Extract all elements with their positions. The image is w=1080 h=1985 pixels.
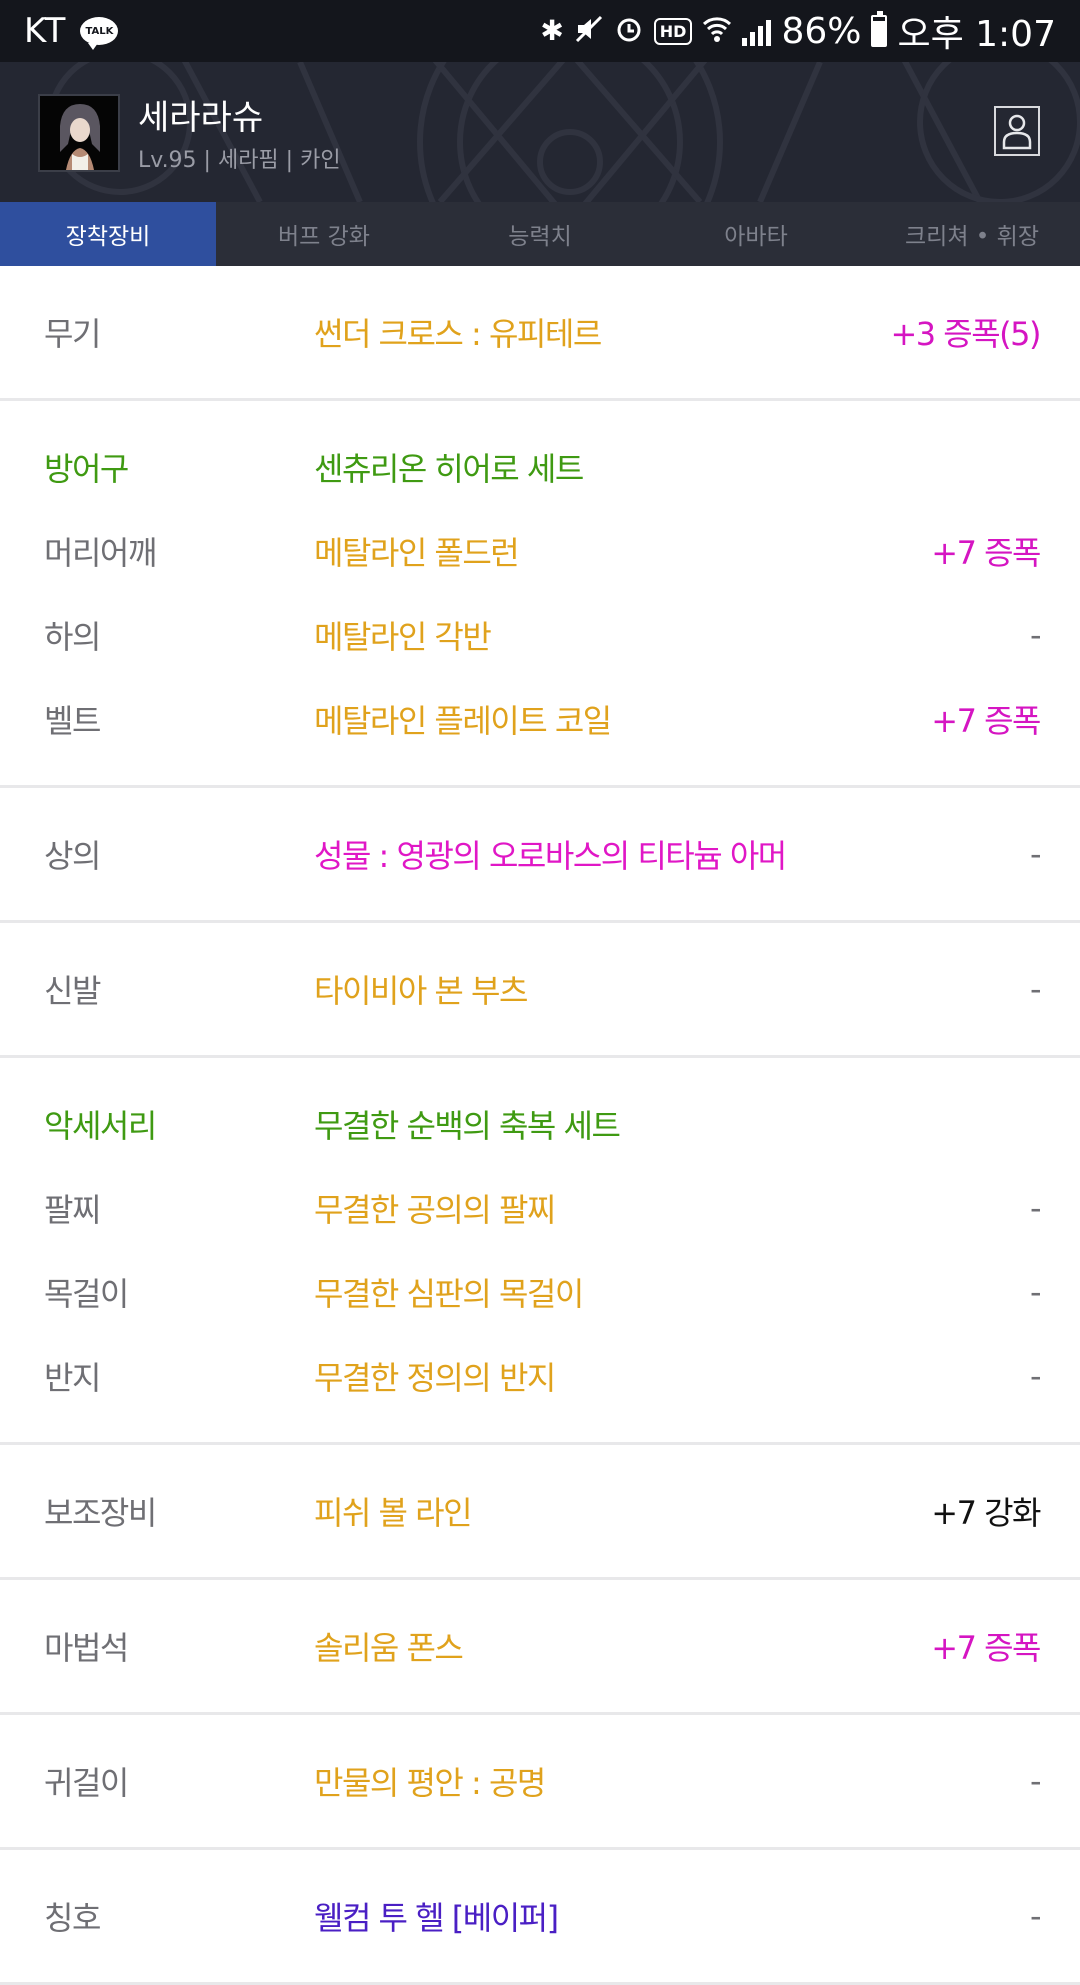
slot-label: 신발	[44, 972, 101, 1010]
slot-label: 마법석	[44, 1629, 129, 1667]
upgrade-value: +7 증폭	[931, 534, 1041, 572]
slot-label: 무기	[44, 315, 101, 353]
equipment-row[interactable]: 머리어깨 메탈라인 폴드런 +7 증폭	[0, 509, 1080, 593]
equipment-group: 귀걸이 만물의 평안 : 공명 -	[0, 1715, 1080, 1850]
item-name: 메탈라인 플레이트 코일	[314, 702, 612, 740]
carrier-label: KT	[24, 11, 67, 51]
item-name: 썬더 크로스 : 유피테르	[314, 315, 602, 353]
equipment-row[interactable]: 보조장비 피쉬 볼 라인 +7 강화	[0, 1469, 1080, 1553]
upgrade-value: +3 증폭(5)	[890, 315, 1041, 353]
kakaotalk-icon: TALK	[80, 17, 119, 50]
alarm-icon	[614, 14, 644, 49]
slot-label: 벨트	[44, 702, 101, 740]
slot-label: 목걸이	[44, 1275, 129, 1313]
upgrade-value: -	[1029, 970, 1042, 1008]
hd-voice-icon: HD	[653, 17, 693, 45]
tab-avatar[interactable]: 아바타	[648, 202, 864, 266]
equipment-row[interactable]: 방어구 센츄리온 히어로 세트	[0, 425, 1080, 509]
slot-label: 하의	[44, 618, 101, 656]
item-name: 센츄리온 히어로 세트	[314, 450, 584, 488]
equipment-row[interactable]: 악세서리 무결한 순백의 축복 세트	[0, 1082, 1080, 1166]
slot-label: 반지	[44, 1359, 101, 1397]
upgrade-value: -	[1029, 1357, 1042, 1395]
equipment-group: 방어구 센츄리온 히어로 세트 머리어깨 메탈라인 폴드런 +7 증폭 하의 메탈라인 각반…	[0, 401, 1080, 788]
item-name: 무결한 심판의 목걸이	[314, 1275, 584, 1313]
item-name: 웰컴 투 헬 [베이퍼]	[314, 1899, 559, 1937]
user-icon	[1002, 114, 1032, 150]
equipment-group: 악세서리 무결한 순백의 축복 세트팔찌 무결한 공의의 팔찌 - 목걸이 무결한 심판의…	[0, 1058, 1080, 1445]
item-name: 무결한 정의의 반지	[314, 1359, 556, 1397]
equipment-row[interactable]: 팔찌 무결한 공의의 팔찌 -	[0, 1166, 1080, 1250]
tab-equipment[interactable]: 장착장비	[0, 202, 216, 266]
slot-label: 귀걸이	[44, 1764, 129, 1802]
upgrade-value: -	[1029, 1762, 1042, 1800]
upgrade-value: -	[1029, 1273, 1042, 1311]
item-name: 타이비아 본 부츠	[314, 972, 528, 1010]
slot-label: 악세서리	[44, 1107, 157, 1145]
equipment-row[interactable]: 무기 썬더 크로스 : 유피테르 +3 증폭(5)	[0, 290, 1080, 374]
tab-bar: 장착장비 버프 강화 능력치 아바타 크리쳐 • 휘장	[0, 202, 1080, 266]
upgrade-value: +7 증폭	[931, 1629, 1041, 1667]
equipment-group: 칭호 웰컴 투 헬 [베이퍼] -	[0, 1850, 1080, 1985]
equipment-row[interactable]: 신발 타이비아 본 부츠 -	[0, 947, 1080, 1031]
upgrade-value: -	[1029, 835, 1042, 873]
slot-label: 상의	[44, 837, 101, 875]
equipment-row[interactable]: 귀걸이 만물의 평안 : 공명 -	[0, 1739, 1080, 1823]
bluetooth-icon: ✱	[540, 14, 564, 47]
equipment-list: 무기 썬더 크로스 : 유피테르 +3 증폭(5) 방어구 센츄리온 히어로 세트머리어…	[0, 266, 1080, 1985]
character-name: 세라라슈	[138, 98, 264, 138]
upgrade-value: -	[1029, 616, 1042, 654]
mute-icon	[574, 14, 604, 49]
item-name: 만물의 평안 : 공명	[314, 1764, 546, 1802]
profile-button[interactable]	[994, 106, 1040, 156]
equipment-row[interactable]: 목걸이 무결한 심판의 목걸이 -	[0, 1250, 1080, 1334]
equipment-row[interactable]: 칭호 웰컴 투 헬 [베이퍼] -	[0, 1874, 1080, 1958]
tab-stats[interactable]: 능력치	[432, 202, 648, 266]
status-right: ✱ HD 86% 오후 1:07	[540, 5, 1056, 57]
slot-label: 팔찌	[44, 1191, 101, 1229]
equipment-group: 무기 썬더 크로스 : 유피테르 +3 증폭(5)	[0, 266, 1080, 401]
battery-percent: 86%	[781, 10, 862, 52]
item-name: 솔리움 폰스	[314, 1629, 464, 1667]
slot-label: 방어구	[44, 450, 129, 488]
slot-label: 머리어깨	[44, 534, 157, 572]
upgrade-value: +7 증폭	[931, 702, 1041, 740]
upgrade-value: -	[1029, 1189, 1042, 1227]
equipment-group: 상의 성물 : 영광의 오로바스의 티타늄 아머 -	[0, 788, 1080, 923]
equipment-row[interactable]: 벨트 메탈라인 플레이트 코일 +7 증폭	[0, 677, 1080, 761]
slot-label: 칭호	[44, 1899, 101, 1937]
status-bar: KT TALK ✱ HD 86% 오후 1:07	[0, 0, 1080, 62]
character-header: 세라라슈 Lv.95 | 세라핌 | 카인	[0, 62, 1080, 202]
battery-icon	[871, 11, 888, 47]
equipment-group: 신발 타이비아 본 부츠 -	[0, 923, 1080, 1058]
character-avatar	[38, 94, 120, 172]
item-name: 성물 : 영광의 오로바스의 티타늄 아머	[314, 837, 787, 875]
equipment-group: 마법석 솔리움 폰스 +7 증폭	[0, 1580, 1080, 1715]
item-name: 무결한 공의의 팔찌	[314, 1191, 556, 1229]
upgrade-value: +7 강화	[931, 1494, 1041, 1532]
equipment-group: 보조장비 피쉬 볼 라인 +7 강화	[0, 1445, 1080, 1580]
equipment-row[interactable]: 마법석 솔리움 폰스 +7 증폭	[0, 1604, 1080, 1688]
equipment-row[interactable]: 상의 성물 : 영광의 오로바스의 티타늄 아머 -	[0, 812, 1080, 896]
item-name: 메탈라인 폴드런	[314, 534, 520, 572]
equipment-row[interactable]: 하의 메탈라인 각반 -	[0, 593, 1080, 677]
tab-buff-enhance[interactable]: 버프 강화	[216, 202, 432, 266]
upgrade-value: -	[1029, 1897, 1042, 1935]
item-name: 무결한 순백의 축복 세트	[314, 1107, 621, 1145]
equipment-row[interactable]: 반지 무결한 정의의 반지 -	[0, 1334, 1080, 1418]
item-name: 메탈라인 각반	[314, 618, 492, 656]
signal-icon	[742, 16, 772, 46]
character-subtitle: Lv.95 | 세라핌 | 카인	[138, 148, 341, 173]
clock: 오후 1:07	[897, 14, 1056, 55]
tab-creature-insignia[interactable]: 크리쳐 • 휘장	[864, 202, 1080, 266]
item-name: 피쉬 볼 라인	[314, 1494, 473, 1532]
wifi-icon	[702, 15, 732, 48]
status-left: KT TALK	[24, 11, 119, 51]
slot-label: 보조장비	[44, 1494, 157, 1532]
